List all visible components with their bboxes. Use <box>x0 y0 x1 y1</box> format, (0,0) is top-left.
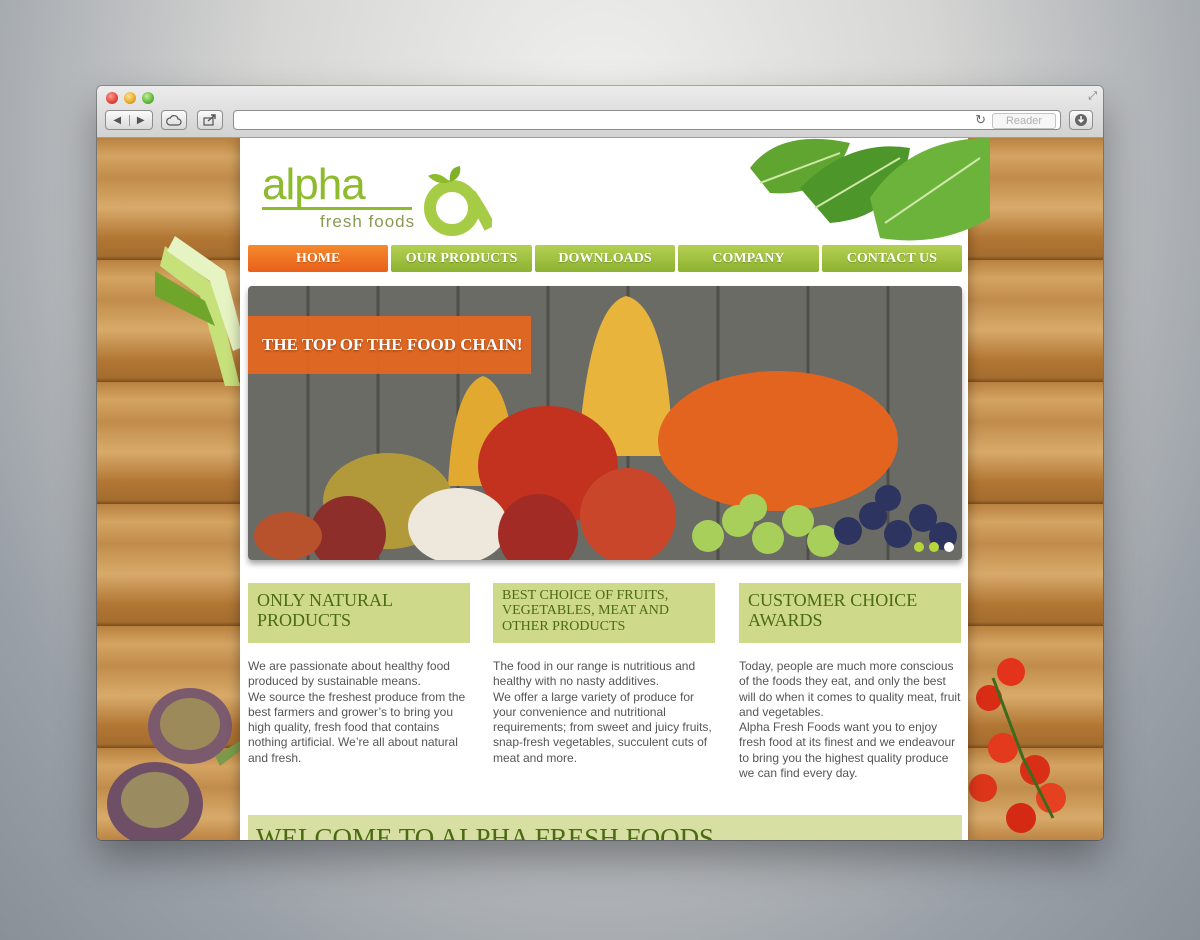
welcome-heading: WELCOME TO ALPHA FRESH FOODS <box>248 815 962 840</box>
share-icon <box>203 114 216 126</box>
feature-body: We are passionate about healthy food pro… <box>248 659 466 765</box>
browser-toolbar: ◀ ▶ ↻ Reader ⤢ <box>97 86 1103 138</box>
share-button[interactable] <box>197 110 223 130</box>
cloud-icon <box>166 114 182 126</box>
logo-underline <box>262 207 412 210</box>
feature-body: The food in our range is nutritious and … <box>493 659 712 765</box>
feature-title: ONLY NATURAL PRODUCTS <box>248 583 470 643</box>
slider-dot-1[interactable] <box>914 542 924 552</box>
nav-contact-us[interactable]: CONTACT US <box>821 245 963 272</box>
leek-image <box>155 236 245 386</box>
feature-column-natural: ONLY NATURAL PRODUCTS We are passionate … <box>248 583 470 766</box>
feature-body: Today, people are much more conscious of… <box>739 659 961 781</box>
nav-company[interactable]: COMPANY <box>678 245 819 272</box>
downloads-button[interactable] <box>1069 110 1093 130</box>
forward-button[interactable]: ▶ <box>128 114 153 126</box>
history-nav: ◀ ▶ <box>105 110 153 130</box>
fullscreen-icon[interactable]: ⤢ <box>1088 90 1097 103</box>
nav-downloads[interactable]: DOWNLOADS <box>534 245 676 272</box>
icloud-tabs-button[interactable] <box>161 110 187 130</box>
logo-wordmark: alpha <box>262 160 366 209</box>
download-icon <box>1075 114 1087 126</box>
feature-title: CUSTOMER CHOICE AWARDS <box>739 583 961 643</box>
logo-tagline: fresh foods <box>320 212 416 231</box>
back-button[interactable]: ◀ <box>106 115 129 126</box>
tomatoes-image <box>969 658 1066 833</box>
site-logo[interactable]: alpha fresh foods <box>262 160 502 240</box>
hero-slider[interactable]: THE TOP OF THE FOOD CHAIN! <box>248 286 962 560</box>
feature-column-awards: CUSTOMER CHOICE AWARDS Today, people are… <box>739 583 961 781</box>
reload-icon[interactable]: ↻ <box>975 112 986 128</box>
slider-dot-3[interactable] <box>944 542 954 552</box>
feature-column-best-choice: BEST CHOICE OF FRUITS, VEGETABLES, MEAT … <box>493 583 715 766</box>
nav-our-products[interactable]: OUR PRODUCTS <box>391 245 532 272</box>
mint-leaves-image <box>750 138 990 241</box>
zoom-window-button[interactable] <box>142 92 154 104</box>
feature-title-text: CUSTOMER CHOICE AWARDS <box>748 590 918 630</box>
slider-pagination <box>914 542 954 552</box>
artichoke-image <box>107 688 240 840</box>
hero-banner-text: THE TOP OF THE FOOD CHAIN! <box>248 316 531 374</box>
slider-dot-2[interactable] <box>929 542 939 552</box>
address-bar[interactable]: ↻ Reader <box>233 110 1061 130</box>
feature-title-text: ONLY NATURAL PRODUCTS <box>257 590 394 630</box>
browser-window: ◀ ▶ ↻ Reader ⤢ alpha fresh foods HOME OU… <box>97 86 1103 840</box>
minimize-window-button[interactable] <box>124 92 136 104</box>
main-nav: HOME OUR PRODUCTS DOWNLOADS COMPANY CONT… <box>248 245 963 272</box>
page-viewport: alpha fresh foods HOME OUR PRODUCTS DOWN… <box>97 138 1103 840</box>
reader-button[interactable]: Reader <box>992 113 1056 129</box>
close-window-button[interactable] <box>106 92 118 104</box>
alpha-symbol-icon <box>424 166 492 236</box>
website-page: alpha fresh foods HOME OUR PRODUCTS DOWN… <box>240 138 990 840</box>
nav-home[interactable]: HOME <box>248 245 389 272</box>
feature-title: BEST CHOICE OF FRUITS, VEGETABLES, MEAT … <box>493 583 715 643</box>
feature-title-text: BEST CHOICE OF FRUITS, VEGETABLES, MEAT … <box>502 588 670 634</box>
